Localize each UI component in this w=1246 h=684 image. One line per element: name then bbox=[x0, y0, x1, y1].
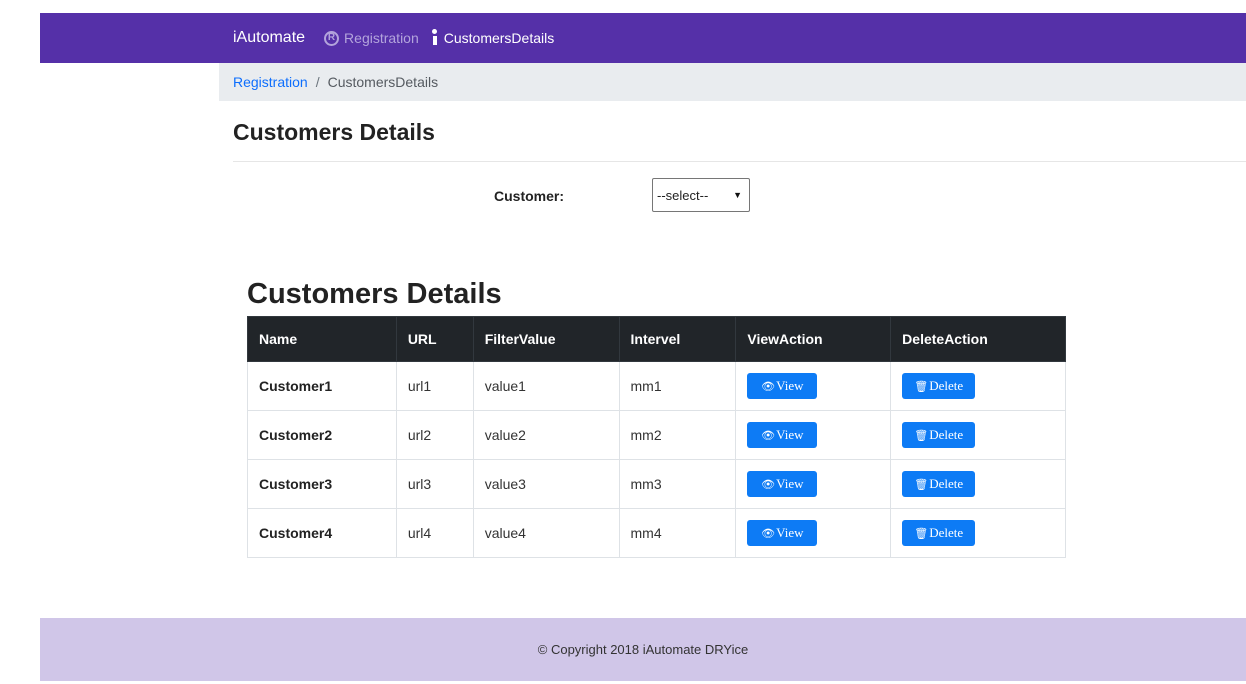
delete-button[interactable]: 🗑 Delete bbox=[902, 471, 976, 497]
eye-icon: 👁 bbox=[761, 477, 776, 491]
delete-button[interactable]: 🗑 Delete bbox=[902, 520, 976, 546]
delete-button-label: Delete bbox=[929, 378, 964, 393]
cell-delete-action: 🗑 Delete bbox=[890, 508, 1066, 558]
eye-icon: 👁 bbox=[761, 526, 776, 540]
eye-icon: 👁 bbox=[761, 379, 776, 393]
trash-icon: 🗑 bbox=[914, 379, 929, 393]
cell-url: url1 bbox=[395, 361, 474, 411]
view-button[interactable]: 👁 View bbox=[747, 373, 818, 399]
table-title: Customers Details bbox=[247, 278, 502, 310]
view-button-label: View bbox=[776, 525, 804, 540]
cell-name: Customer1 bbox=[247, 361, 397, 411]
cell-name: Customer2 bbox=[247, 410, 397, 460]
delete-button-label: Delete bbox=[929, 476, 964, 491]
cell-filter-value: value4 bbox=[472, 508, 620, 558]
customers-table: Name URL FilterValue Intervel ViewAction… bbox=[247, 316, 1066, 558]
divider bbox=[233, 161, 1246, 162]
delete-button[interactable]: 🗑 Delete bbox=[902, 422, 976, 448]
table-row: Customer4 url4 value4 mm4 👁 View 🗑 Delet… bbox=[247, 508, 1066, 558]
view-button[interactable]: 👁 View bbox=[747, 422, 818, 448]
delete-button-label: Delete bbox=[929, 525, 964, 540]
cell-url: url4 bbox=[395, 508, 474, 558]
view-button[interactable]: 👁 View bbox=[747, 520, 818, 546]
table-row: Customer1 url1 value1 mm1 👁 View 🗑 Delet… bbox=[247, 361, 1066, 411]
cell-delete-action: 🗑 Delete bbox=[890, 361, 1066, 411]
cell-view-action: 👁 View bbox=[735, 508, 892, 558]
breadcrumb-separator: / bbox=[315, 74, 320, 90]
nav-link-registration-label: Registration bbox=[344, 30, 419, 46]
cell-name: Customer3 bbox=[247, 459, 397, 509]
footer-copyright: © Copyright 2018 iAutomate DRYice bbox=[537, 642, 749, 657]
cell-view-action: 👁 View bbox=[735, 410, 892, 460]
table-row: Customer2 url2 value2 mm2 👁 View 🗑 Delet… bbox=[247, 410, 1066, 460]
page-title: Customers Details bbox=[233, 119, 435, 145]
cell-filter-value: value3 bbox=[472, 459, 620, 509]
customer-select[interactable]: --select-- ▼ bbox=[652, 178, 750, 212]
customer-select-value: --select-- bbox=[657, 187, 709, 203]
cell-url: url2 bbox=[395, 410, 474, 460]
delete-button-label: Delete bbox=[929, 427, 964, 442]
cell-interval: mm1 bbox=[618, 361, 737, 411]
info-icon bbox=[432, 29, 438, 45]
cell-delete-action: 🗑 Delete bbox=[890, 459, 1066, 509]
nav-link-customers-details-label: CustomersDetails bbox=[443, 30, 555, 46]
table-row: Customer3 url3 value3 mm3 👁 View 🗑 Delet… bbox=[247, 459, 1066, 509]
header-view-action: ViewAction bbox=[735, 316, 892, 362]
customer-label: Customer: bbox=[494, 188, 565, 204]
cell-interval: mm4 bbox=[618, 508, 737, 558]
cell-url: url3 bbox=[395, 459, 474, 509]
header-interval: Intervel bbox=[618, 316, 737, 362]
header-delete-action: DeleteAction bbox=[890, 316, 1066, 362]
footer: © Copyright 2018 iAutomate DRYice bbox=[40, 618, 1246, 681]
cell-name: Customer4 bbox=[247, 508, 397, 558]
breadcrumb-link-registration[interactable]: Registration bbox=[233, 74, 308, 90]
brand-link[interactable]: iAutomate bbox=[233, 29, 305, 47]
breadcrumb-current: CustomersDetails bbox=[327, 74, 439, 90]
trash-icon: 🗑 bbox=[914, 526, 929, 540]
nav-link-customers-details[interactable]: CustomersDetails bbox=[432, 29, 555, 46]
caret-down-icon: ▼ bbox=[733, 190, 742, 200]
header-filter-value: FilterValue bbox=[472, 316, 620, 362]
view-button-label: View bbox=[776, 427, 804, 442]
header-url: URL bbox=[395, 316, 474, 362]
header-name: Name bbox=[247, 316, 397, 362]
view-button-label: View bbox=[776, 378, 804, 393]
page: iAutomate R Registration CustomersDetail… bbox=[0, 0, 1246, 684]
cell-view-action: 👁 View bbox=[735, 361, 892, 411]
view-button[interactable]: 👁 View bbox=[747, 471, 818, 497]
view-button-label: View bbox=[776, 476, 804, 491]
nav-link-registration[interactable]: R Registration bbox=[324, 30, 419, 46]
cell-view-action: 👁 View bbox=[735, 459, 892, 509]
cell-interval: mm3 bbox=[618, 459, 737, 509]
top-navbar: iAutomate R Registration CustomersDetail… bbox=[40, 13, 1246, 63]
breadcrumb: Registration / CustomersDetails bbox=[219, 63, 1246, 101]
cell-filter-value: value2 bbox=[472, 410, 620, 460]
eye-icon: 👁 bbox=[761, 428, 776, 442]
cell-interval: mm2 bbox=[618, 410, 737, 460]
cell-delete-action: 🗑 Delete bbox=[890, 410, 1066, 460]
delete-button[interactable]: 🗑 Delete bbox=[902, 373, 976, 399]
trash-icon: 🗑 bbox=[914, 477, 929, 491]
trash-icon: 🗑 bbox=[914, 428, 929, 442]
cell-filter-value: value1 bbox=[472, 361, 620, 411]
table-header-row: Name URL FilterValue Intervel ViewAction… bbox=[247, 316, 1066, 362]
registered-icon: R bbox=[324, 30, 340, 46]
